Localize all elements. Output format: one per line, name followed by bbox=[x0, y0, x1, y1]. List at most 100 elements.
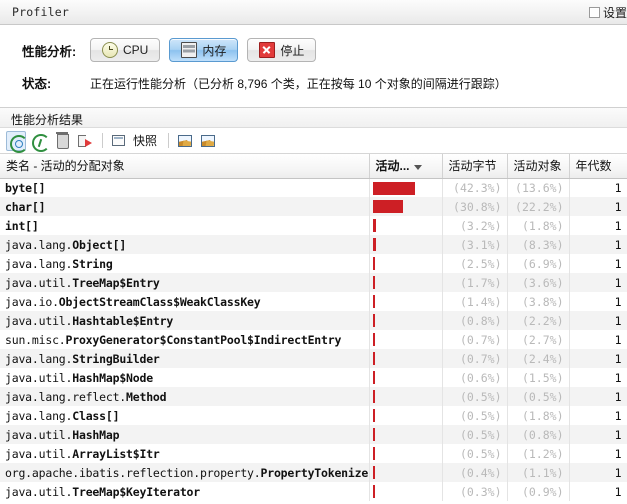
table-row[interactable]: char[] (30.8%) (22.2%) 1 bbox=[0, 197, 627, 216]
settings-label: 设置 bbox=[602, 6, 627, 20]
cell-live-bytes: (0.5%) bbox=[442, 406, 508, 425]
trash-icon[interactable] bbox=[52, 131, 72, 151]
cell-live-objects: (6.9%) bbox=[507, 254, 570, 273]
table-row[interactable]: int[] (3.2%) (1.8%) 1 bbox=[0, 216, 627, 235]
live-bar-fill bbox=[372, 181, 415, 195]
table-row[interactable]: java.lang.String (2.5%) (6.9%) 1 bbox=[0, 254, 627, 273]
refresh-icon[interactable] bbox=[29, 131, 50, 152]
column-header-live-objects[interactable]: 活动对象 bbox=[507, 154, 570, 179]
cell-live-bar bbox=[369, 425, 443, 444]
cell-class-name: int[] bbox=[0, 216, 370, 235]
allocation-table: 类名 - 活动的分配对象 活动... 活动字节 活动对象 年代数 byte[] (… bbox=[0, 154, 627, 501]
status-row: 状态: 正在运行性能分析（已分析 8,796 个类，正在按每 10 个对象的间隔… bbox=[22, 73, 507, 92]
cell-live-objects: (8.3%) bbox=[507, 235, 570, 254]
table-row[interactable]: java.util.ArrayList$Itr (0.5%) (1.2%) 1 bbox=[0, 444, 627, 463]
cell-live-objects: (2.4%) bbox=[507, 349, 570, 368]
snapshot-icon[interactable] bbox=[109, 131, 129, 151]
profile-row: 性能分析: CPU 内存 停止 bbox=[22, 38, 325, 62]
table-row[interactable]: java.util.TreeMap$Entry (1.7%) (3.6%) 1 bbox=[0, 273, 627, 292]
cell-live-bytes: (0.5%) bbox=[442, 444, 508, 463]
table-row[interactable]: org.apache.ibatis.reflection.property.Pr… bbox=[0, 463, 627, 482]
cell-live-bytes: (0.8%) bbox=[442, 311, 508, 330]
export-icon[interactable] bbox=[75, 131, 95, 151]
column-header-live-bar[interactable]: 活动... bbox=[369, 154, 443, 179]
cell-class-name: java.lang.StringBuilder bbox=[0, 349, 370, 368]
cell-live-objects: (1.5%) bbox=[507, 368, 570, 387]
cell-class-name: java.lang.Object[] bbox=[0, 235, 370, 254]
table-row[interactable]: byte[] (42.3%) (13.6%) 1 bbox=[0, 178, 627, 197]
table-row[interactable]: java.io.ObjectStreamClass$WeakClassKey (1… bbox=[0, 292, 627, 311]
cell-live-bytes: (2.5%) bbox=[442, 254, 508, 273]
cell-live-objects: (2.7%) bbox=[507, 330, 570, 349]
settings-checkbox[interactable] bbox=[588, 7, 600, 18]
table-row[interactable]: java.lang.Class[] (0.5%) (1.8%) 1 bbox=[0, 406, 627, 425]
heapdump-compare-icon[interactable] bbox=[198, 131, 218, 151]
cell-class-name: byte[] bbox=[0, 178, 370, 197]
window-title: Profiler bbox=[12, 5, 69, 19]
cell-live-objects: (1.1%) bbox=[507, 463, 570, 482]
status-label: 状态: bbox=[22, 77, 52, 91]
memory-icon bbox=[181, 42, 198, 58]
cell-generations: 1 bbox=[569, 254, 627, 273]
cell-live-bar bbox=[369, 349, 443, 368]
live-bar-fill bbox=[372, 409, 375, 422]
live-bar-fill bbox=[372, 352, 375, 365]
cell-generations: 1 bbox=[569, 368, 627, 387]
cell-live-bytes: (0.4%) bbox=[442, 463, 508, 482]
cell-live-objects: (1.8%) bbox=[507, 216, 570, 235]
cell-generations: 1 bbox=[569, 425, 627, 444]
results-header-bar: 性能分析结果 bbox=[0, 108, 627, 128]
heapdump-image-icon[interactable] bbox=[175, 131, 195, 151]
cell-live-bytes: (0.7%) bbox=[442, 349, 508, 368]
live-bar-fill bbox=[372, 276, 375, 289]
table-row[interactable]: java.lang.reflect.Method (0.5%) (0.5%) 1 bbox=[0, 387, 627, 406]
status-text: 正在运行性能分析（已分析 8,796 个类，正在按每 10 个对象的间隔进行跟踪… bbox=[90, 77, 507, 91]
cell-live-objects: (0.5%) bbox=[507, 387, 570, 406]
cell-class-name: java.lang.reflect.Method bbox=[0, 387, 370, 406]
table-row[interactable]: java.lang.StringBuilder (0.7%) (2.4%) 1 bbox=[0, 349, 627, 368]
cell-class-name: java.util.ArrayList$Itr bbox=[0, 444, 370, 463]
column-header-live-bytes[interactable]: 活动字节 bbox=[442, 154, 508, 179]
live-bar-fill bbox=[372, 390, 375, 403]
cell-live-bytes: (30.8%) bbox=[442, 197, 508, 216]
results-toolbar: 快照 bbox=[0, 128, 627, 154]
cpu-button[interactable]: CPU bbox=[90, 38, 161, 62]
table-row[interactable]: java.util.HashMap (0.5%) (0.8%) 1 bbox=[0, 425, 627, 444]
cell-live-bytes: (42.3%) bbox=[442, 178, 508, 197]
table-row[interactable]: java.util.Hashtable$Entry (0.8%) (2.2%) 1 bbox=[0, 311, 627, 330]
table-row[interactable]: sun.misc.ProxyGenerator$ConstantPool$Ind… bbox=[0, 330, 627, 349]
snapshot-label[interactable]: 快照 bbox=[133, 132, 157, 149]
rerun-icon[interactable] bbox=[6, 130, 28, 153]
cell-generations: 1 bbox=[569, 178, 627, 197]
cell-generations: 1 bbox=[569, 197, 627, 216]
settings-checkbox-group[interactable]: 设置 bbox=[588, 4, 627, 21]
cell-class-name: java.util.HashMap$Node bbox=[0, 368, 370, 387]
allocation-table-scroll[interactable]: 类名 - 活动的分配对象 活动... 活动字节 活动对象 年代数 byte[] (… bbox=[0, 154, 627, 504]
cell-generations: 1 bbox=[569, 330, 627, 349]
cpu-icon bbox=[102, 42, 118, 58]
cell-live-objects: (22.2%) bbox=[507, 197, 570, 216]
cell-live-objects: (13.6%) bbox=[507, 178, 570, 197]
table-row[interactable]: java.util.TreeMap$KeyIterator (0.3%) (0.9%… bbox=[0, 482, 627, 501]
cell-live-objects: (3.8%) bbox=[507, 292, 570, 311]
cell-live-bar bbox=[369, 235, 443, 254]
stop-icon bbox=[259, 42, 276, 58]
cell-live-objects: (3.6%) bbox=[507, 273, 570, 292]
table-row[interactable]: java.util.HashMap$Node (0.6%) (1.5%) 1 bbox=[0, 368, 627, 387]
table-row[interactable]: java.lang.Object[] (3.1%) (8.3%) 1 bbox=[0, 235, 627, 254]
cell-live-bar bbox=[369, 330, 443, 349]
results-header-label: 性能分析结果 bbox=[11, 113, 84, 127]
cell-generations: 1 bbox=[569, 311, 627, 330]
cell-live-bytes: (0.5%) bbox=[442, 425, 508, 444]
cell-live-bytes: (3.2%) bbox=[442, 216, 508, 235]
live-bar-fill bbox=[372, 485, 375, 498]
toolbar-separator-1 bbox=[102, 133, 103, 148]
cell-live-bar bbox=[369, 444, 443, 463]
cell-live-objects: (2.2%) bbox=[507, 311, 570, 330]
memory-button[interactable]: 内存 bbox=[169, 38, 239, 62]
column-header-class-name[interactable]: 类名 - 活动的分配对象 bbox=[0, 154, 370, 179]
column-header-generations[interactable]: 年代数 bbox=[569, 154, 627, 179]
stop-button[interactable]: 停止 bbox=[247, 38, 317, 62]
cell-live-bar bbox=[369, 273, 443, 292]
cell-live-objects: (1.2%) bbox=[507, 444, 570, 463]
